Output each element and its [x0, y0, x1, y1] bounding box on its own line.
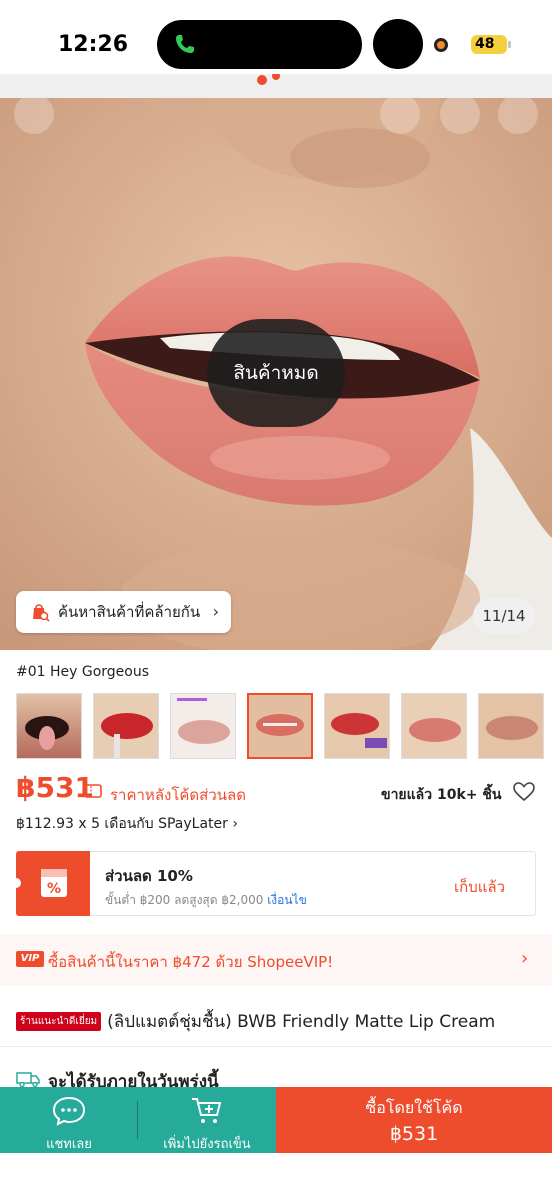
chevron-right-icon: › [521, 948, 529, 969]
variant-thumbnail[interactable] [324, 693, 390, 759]
sold-out-badge: สินค้าหมด [207, 319, 345, 427]
camera-cutout [373, 19, 423, 69]
find-similar-button[interactable]: ค้นหาสินค้าที่คล้ายกัน › [16, 591, 231, 633]
chat-icon [52, 1096, 86, 1126]
buy-with-code-label: ซื้อโดยใช้โค้ด [365, 1098, 463, 1117]
coupon-icon [84, 784, 102, 798]
phone-call-icon [176, 35, 194, 53]
loading-dots-icon [257, 74, 280, 85]
sold-count: ขายแล้ว 10k+ ชิ้น [381, 787, 502, 803]
add-to-cart-label: เพิ่มไปยังรถเข็น [163, 1137, 251, 1152]
add-to-cart-button[interactable]: เพิ่มไปยังรถเข็น [138, 1087, 276, 1153]
variant-thumbnail[interactable] [16, 693, 82, 759]
status-time: 12:26 [58, 32, 129, 57]
preferred-store-badge: ร้านแนะนำดีเยี่ยม [16, 1012, 102, 1031]
voucher-terms-link[interactable]: เงื่อนไข [267, 893, 307, 907]
product-title: (ลิปแมตต์ชุ่มชื้น) BWB Friendly Matte Li… [107, 1012, 496, 1032]
battery-icon: 48 [471, 35, 511, 54]
svg-text:%: % [47, 881, 61, 897]
add-to-cart-icon [192, 1098, 222, 1123]
chat-label: แชทเลย [46, 1137, 92, 1152]
buy-price: ฿531 [389, 1123, 439, 1145]
voucher-title: ส่วนลด 10% [105, 867, 193, 885]
price: ฿531 [16, 771, 94, 804]
variant-thumbnail-selected[interactable] [247, 693, 313, 759]
product-title-row: ร้านแนะนำดีเยี่ยม (ลิปแมตต์ชุ่มชื้น) BWB … [16, 1008, 541, 1035]
voucher-claimed-button[interactable]: เก็บแล้ว [454, 875, 505, 899]
chevron-right-icon: › [232, 816, 238, 832]
vip-badge: VIP [16, 951, 44, 967]
delivery-truck-icon [16, 1072, 40, 1087]
status-bar: 12:26 48 [0, 0, 552, 74]
variant-thumbnail[interactable] [170, 693, 236, 759]
bottom-action-bar: แชทเลย เพิ่มไปยังรถเข็น ซื้อโดยใช้โค้ด ฿… [0, 1087, 552, 1153]
dynamic-island [157, 20, 362, 69]
buy-with-code-button[interactable]: ซื้อโดยใช้โค้ด ฿531 [276, 1087, 552, 1153]
heart-icon[interactable] [513, 782, 535, 802]
installment-text: ฿112.93 x 5 เดือนกับ SPayLater [16, 816, 228, 832]
shopping-bag-search-icon [33, 604, 50, 622]
chat-button[interactable]: แชทเลย [0, 1087, 138, 1153]
variant-thumbnails [16, 693, 552, 761]
variant-name: #01 Hey Gorgeous [16, 664, 150, 680]
recording-indicator-icon [434, 38, 448, 52]
variant-thumbnail[interactable] [401, 693, 467, 759]
chevron-right-icon: › [212, 602, 219, 621]
voucher-condition: ขั้นต่ำ ฿200 ลดสูงสุด ฿2,000 เงื่อนไข [105, 891, 307, 910]
store-voucher-icon: % [11, 869, 67, 897]
installment-link[interactable]: ฿112.93 x 5 เดือนกับ SPayLater › [16, 813, 238, 835]
vip-text: ซื้อสินค้านี้ในราคา ฿472 ด้วย ShopeeVIP! [48, 953, 334, 971]
home-indicator-area [0, 1153, 552, 1200]
voucher-card: % ส่วนลด 10% ขั้นต่ำ ฿200 ลดสูงสุด ฿2,00… [11, 851, 536, 916]
variant-thumbnail[interactable] [478, 693, 544, 759]
variant-thumbnail[interactable] [93, 693, 159, 759]
image-counter: 11/14 [473, 598, 535, 634]
divider [0, 1046, 552, 1047]
price-note: ราคาหลังโค้ดส่วนลด [110, 786, 246, 804]
find-similar-label: ค้นหาสินค้าที่คล้ายกัน [58, 603, 201, 621]
voucher-icon-block: % [11, 851, 90, 916]
product-image[interactable]: สินค้าหมด ค้นหาสินค้าที่คล้ายกัน › 11/14 [0, 98, 552, 650]
voucher-condition-text: ขั้นต่ำ ฿200 ลดสูงสุด ฿2,000 [105, 893, 264, 907]
shopee-vip-bar[interactable]: VIP ซื้อสินค้านี้ในราคา ฿472 ด้วย Shopee… [0, 934, 552, 986]
